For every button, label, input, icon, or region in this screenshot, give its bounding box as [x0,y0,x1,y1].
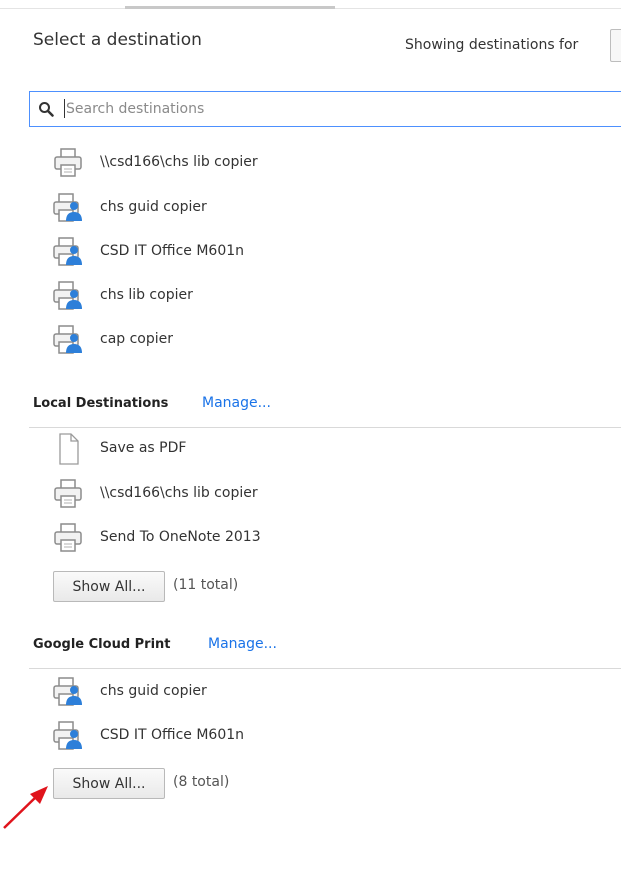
destination-label: chs guid copier [100,199,207,215]
cloud-total-count: (8 total) [173,774,230,790]
destination-label: Save as PDF [100,440,187,456]
search-input[interactable] [66,97,606,121]
search-box[interactable] [29,91,621,127]
printer-icon [52,477,84,511]
printer-icon [52,521,84,555]
printer-icon [52,146,84,180]
search-icon [39,102,54,117]
cloud-printer-icon [52,323,84,357]
section-divider [29,427,621,428]
local-manage-link[interactable]: Manage... [202,395,271,411]
local-total-count: (11 total) [173,577,239,593]
destination-label: CSD IT Office M601n [100,243,245,259]
destination-label: chs lib copier [100,287,193,303]
top-tab-indicator [125,6,335,9]
pdf-document-icon [52,432,84,466]
text-caret [64,99,65,118]
account-select[interactable] [610,29,621,62]
red-arrow-annotation [3,786,48,829]
cloud-printer-icon [52,279,84,313]
section-divider [29,668,621,669]
cloud-show-all-button[interactable]: Show All... [53,768,165,799]
destination-label: Send To OneNote 2013 [100,529,261,545]
cloud-printer-icon [52,235,84,269]
cloud-print-heading: Google Cloud Print [33,637,171,652]
local-show-all-button[interactable]: Show All... [53,571,165,602]
destination-label: chs guid copier [100,683,207,699]
showing-destinations-label: Showing destinations for [405,37,579,53]
destination-label: CSD IT Office M601n [100,727,245,743]
cloud-printer-icon [52,675,84,709]
local-destinations-heading: Local Destinations [33,396,169,411]
destination-label: cap copier [100,331,174,347]
cloud-manage-link[interactable]: Manage... [208,636,277,652]
destination-label: \\csd166\chs lib copier [100,154,258,170]
cloud-printer-icon [52,191,84,225]
dialog-title: Select a destination [33,30,202,50]
cloud-printer-icon [52,719,84,753]
destination-label: \\csd166\chs lib copier [100,485,258,501]
